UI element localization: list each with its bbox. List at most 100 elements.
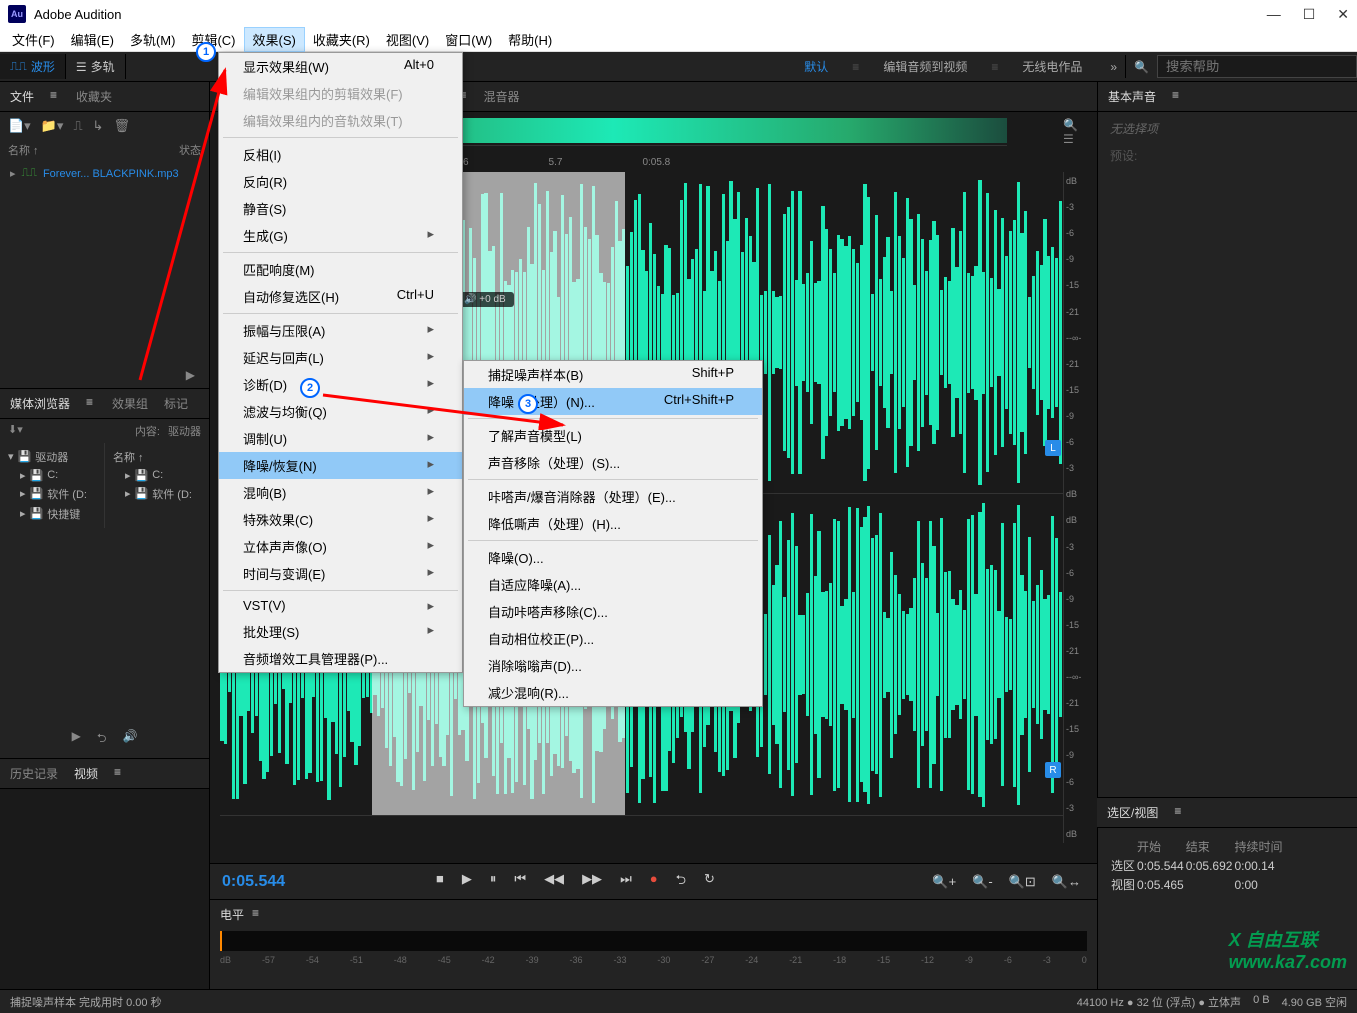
drive-dropdown[interactable]: 驱动器 bbox=[168, 423, 201, 439]
delete-icon[interactable]: 🗑 bbox=[113, 118, 130, 134]
tree-item[interactable]: ▸💾软件 (D: bbox=[4, 484, 100, 504]
tab-selection-view[interactable]: 选区/视图 bbox=[1107, 804, 1158, 821]
menu-item[interactable]: 音频增效工具管理器(P)... bbox=[219, 645, 462, 672]
close-button[interactable]: ✕ bbox=[1337, 6, 1349, 23]
workspace-0[interactable]: 默认 bbox=[796, 54, 836, 79]
menu-编辑(E)[interactable]: 编辑(E) bbox=[63, 28, 122, 51]
menu-item[interactable]: 消除嗡嗡声(D)... bbox=[464, 652, 762, 679]
tree-root[interactable]: ▾💾 驱动器 bbox=[4, 447, 100, 467]
transport-btn-5[interactable]: ▶▶ bbox=[578, 869, 606, 895]
transport-btn-6[interactable]: ⏭ bbox=[616, 869, 636, 895]
menu-多轨(M)[interactable]: 多轨(M) bbox=[122, 28, 184, 51]
transport-btn-1[interactable]: ▶ bbox=[458, 869, 476, 895]
menu-视图(V)[interactable]: 视图(V) bbox=[378, 28, 437, 51]
zoom-btn-0[interactable]: 🔍+ bbox=[928, 872, 960, 892]
menu-item[interactable]: 匹配响度(M) bbox=[219, 256, 462, 283]
menu-文件(F)[interactable]: 文件(F) bbox=[4, 28, 63, 51]
tab-media-browser[interactable]: 媒体浏览器 bbox=[10, 395, 70, 412]
record-icon[interactable]: ⎍ bbox=[73, 118, 82, 134]
menu-item[interactable]: 降噪/恢复(N)▸ bbox=[219, 452, 462, 479]
menu-item[interactable]: 立体声声像(O)▸ bbox=[219, 533, 462, 560]
menu-item[interactable]: 静音(S) bbox=[219, 195, 462, 222]
panel-menu-icon[interactable] bbox=[1174, 804, 1184, 821]
menu-item[interactable]: 捕捉噪声样本(B)Shift+P bbox=[464, 361, 762, 388]
menu-效果(S)[interactable]: 效果(S) bbox=[244, 27, 305, 52]
transport-btn-0[interactable]: ■ bbox=[432, 869, 448, 895]
menu-item[interactable]: 特殊效果(C)▸ bbox=[219, 506, 462, 533]
multitrack-view-button[interactable]: ☰ 多轨 bbox=[66, 54, 126, 79]
name-column[interactable]: 名称 ↑ bbox=[8, 142, 39, 158]
tab-video[interactable]: 视频 bbox=[74, 765, 98, 782]
tab-level[interactable]: 电平 bbox=[220, 906, 244, 923]
menu-item[interactable]: 降噪(O)... bbox=[464, 544, 762, 571]
panel-menu-icon[interactable] bbox=[252, 906, 262, 923]
menu-item[interactable]: 自动咔嗒声移除(C)... bbox=[464, 598, 762, 625]
tab-effects-rack[interactable]: 效果组 bbox=[112, 395, 148, 412]
zoom-btn-3[interactable]: 🔍↔ bbox=[1048, 872, 1085, 892]
menu-item[interactable]: 生成(G)▸ bbox=[219, 222, 462, 249]
menu-item[interactable]: 混响(B)▸ bbox=[219, 479, 462, 506]
transport-btn-7[interactable]: ● bbox=[646, 869, 662, 895]
list-view-icon[interactable]: ☰ bbox=[1063, 132, 1074, 146]
panel-menu-icon[interactable] bbox=[1172, 88, 1182, 105]
menu-item[interactable]: 自适应降噪(A)... bbox=[464, 571, 762, 598]
timecode-display[interactable]: 0:05.544 bbox=[222, 873, 362, 891]
menu-item[interactable]: 声音移除（处理）(S)... bbox=[464, 449, 762, 476]
transport-btn-8[interactable]: ⮌ bbox=[672, 869, 690, 895]
menu-窗口(W)[interactable]: 窗口(W) bbox=[437, 28, 500, 51]
tab-markers[interactable]: 标记 bbox=[164, 395, 188, 412]
zoom-btn-2[interactable]: 🔍⊡ bbox=[1005, 872, 1040, 892]
download-icon[interactable]: ⬇▾ bbox=[8, 423, 23, 439]
insert-icon[interactable]: ↳ bbox=[93, 118, 104, 134]
menu-item[interactable]: 延迟与回声(L)▸ bbox=[219, 344, 462, 371]
minimize-button[interactable]: — bbox=[1267, 6, 1281, 23]
transport-btn-2[interactable]: ⏸ bbox=[486, 869, 501, 895]
menu-收藏夹(R)[interactable]: 收藏夹(R) bbox=[305, 28, 378, 51]
open-file-icon[interactable]: 📁▾ bbox=[41, 118, 64, 134]
tab-mixer[interactable]: 混音器 bbox=[483, 88, 519, 105]
menu-item[interactable]: 降低嘶声（处理）(H)... bbox=[464, 510, 762, 537]
menu-item[interactable]: 自动相位校正(P)... bbox=[464, 625, 762, 652]
play-icon[interactable]: ▶ bbox=[72, 729, 81, 750]
volume-icon[interactable]: 🔊 bbox=[122, 729, 137, 750]
more-workspaces[interactable]: » bbox=[1102, 60, 1125, 74]
menu-item[interactable]: VST(V)▸ bbox=[219, 594, 462, 618]
menu-item[interactable]: 时间与变调(E)▸ bbox=[219, 560, 462, 587]
tab-files[interactable]: 文件 bbox=[10, 88, 34, 105]
transport-btn-4[interactable]: ◀◀ bbox=[540, 869, 568, 895]
tree-item[interactable]: ▸💾C: bbox=[109, 467, 205, 484]
menu-item[interactable]: 减少混响(R)... bbox=[464, 679, 762, 706]
menu-item[interactable]: 咔嗒声/爆音消除器（处理）(E)... bbox=[464, 483, 762, 510]
tree-item[interactable]: ▸💾C: bbox=[4, 467, 100, 484]
name-header[interactable]: 名称 ↑ bbox=[109, 447, 205, 467]
workspace-1[interactable]: 编辑音频到视频 bbox=[875, 54, 975, 79]
tree-item[interactable]: ▸💾软件 (D: bbox=[109, 484, 205, 504]
tab-essential-sound[interactable]: 基本声音 bbox=[1108, 88, 1156, 105]
transport-btn-3[interactable]: ⏮ bbox=[510, 869, 530, 895]
loop-icon[interactable]: ⮌ bbox=[97, 729, 107, 750]
transport-btn-9[interactable]: ↻ bbox=[700, 869, 719, 895]
tab-history[interactable]: 历史记录 bbox=[10, 765, 58, 782]
menu-item[interactable]: 反相(I) bbox=[219, 141, 462, 168]
panel-menu-icon[interactable] bbox=[114, 765, 124, 782]
menu-item[interactable]: 显示效果组(W)Alt+0 bbox=[219, 53, 462, 80]
menu-帮助(H)[interactable]: 帮助(H) bbox=[500, 28, 560, 51]
menu-item[interactable]: 反向(R) bbox=[219, 168, 462, 195]
panel-menu-icon[interactable] bbox=[86, 395, 96, 412]
new-file-icon[interactable]: 📄▾ bbox=[8, 118, 31, 134]
zoom-btn-1[interactable]: 🔍- bbox=[968, 872, 997, 892]
waveform-view-button[interactable]: ⎍⎍ 波形 bbox=[0, 54, 66, 79]
menu-item[interactable]: 振幅与压限(A)▸ bbox=[219, 317, 462, 344]
search-input[interactable] bbox=[1157, 55, 1357, 78]
panel-menu-icon[interactable] bbox=[50, 88, 60, 105]
tree-item[interactable]: ▸💾快捷键 bbox=[4, 504, 100, 524]
menu-item[interactable]: 自动修复选区(H)Ctrl+U bbox=[219, 283, 462, 310]
level-meter[interactable] bbox=[220, 931, 1087, 951]
maximize-button[interactable]: ☐ bbox=[1303, 6, 1316, 23]
menu-item[interactable]: 批处理(S)▸ bbox=[219, 618, 462, 645]
expand-icon[interactable]: ▸ bbox=[10, 167, 16, 180]
zoom-tool-icon[interactable]: 🔍 bbox=[1063, 118, 1078, 132]
gain-badge[interactable]: 🔊 +0 dB bbox=[456, 292, 514, 307]
workspace-2[interactable]: 无线电作品 bbox=[1014, 54, 1090, 79]
tab-favorites[interactable]: 收藏夹 bbox=[76, 88, 112, 105]
